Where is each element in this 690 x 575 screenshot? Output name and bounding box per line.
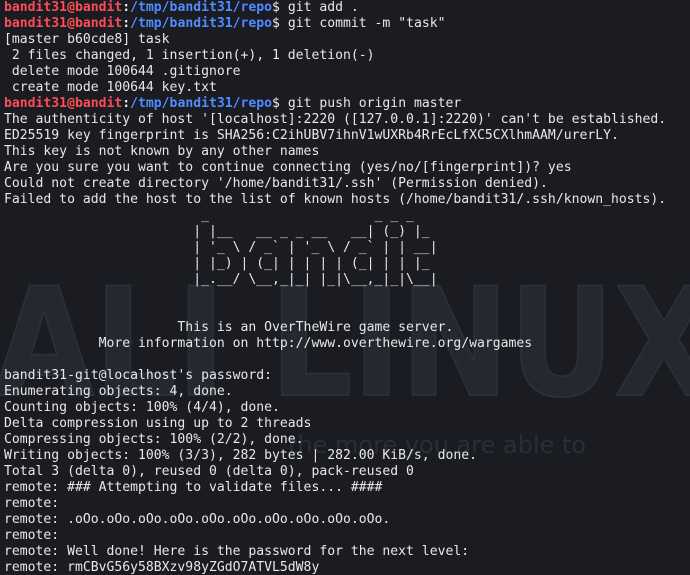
output-line: remote: bbox=[4, 496, 60, 511]
output-line: remote: Well done! Here is the password … bbox=[4, 544, 470, 559]
command-text: git add . bbox=[287, 0, 359, 15]
output-line: Delta compression using up to 2 threads bbox=[4, 416, 312, 431]
output-line: Counting objects: 100% (4/4), done. bbox=[4, 400, 280, 415]
output-line: bandit31-git@localhost's password: bbox=[4, 368, 273, 383]
prompt-colon: : bbox=[122, 16, 131, 31]
output-line: | '_ \ / _` | '_ \ / _` | | __| bbox=[4, 240, 438, 255]
output-line: |_.__/ \__,_|_| |_|\__,_|_|\__| bbox=[4, 272, 438, 287]
terminal-window[interactable]: ALI LINUX the more you are able to bandi… bbox=[0, 0, 690, 575]
prompt-path: /tmp/bandit31/repo bbox=[130, 16, 273, 31]
output-line: remote: ### Attempting to validate files… bbox=[4, 480, 383, 495]
output-line: This key is not known by any other names bbox=[4, 144, 320, 159]
output-line: This is an OverTheWire game server. bbox=[4, 320, 454, 335]
output-line: Failed to add the host to the list of kn… bbox=[4, 192, 667, 207]
command-text: git commit -m "task" bbox=[287, 16, 446, 31]
output-line: remote: bbox=[4, 528, 60, 543]
output-line: [master b60cde8] task bbox=[4, 32, 170, 47]
output-line: create mode 100644 key.txt bbox=[4, 80, 217, 95]
output-line: Are you sure you want to continue connec… bbox=[4, 160, 572, 175]
command-text: git push origin master bbox=[287, 96, 462, 111]
output-line: The authenticity of host '[localhost]:22… bbox=[4, 112, 667, 127]
output-line: Enumerating objects: 4, done. bbox=[4, 384, 233, 399]
output-line: | |_) | (_| | | | | (_| | | |_ bbox=[4, 256, 430, 271]
prompt-symbol: $ bbox=[272, 16, 288, 31]
output-line: Compressing objects: 100% (2/2), done. bbox=[4, 432, 304, 447]
output-line: ED25519 key fingerprint is SHA256:C2ihUB… bbox=[4, 128, 619, 143]
output-line: | |__ __ _ _ __ __| (_) |_ bbox=[4, 224, 430, 239]
prompt-line: bandit31@bandit:/tmp/bandit31/repo$ git … bbox=[4, 96, 690, 112]
output-line: remote: rmCBvG56y58BXzv98yZGdO7ATVL5dW8y bbox=[4, 560, 320, 575]
output-line: Could not create directory '/home/bandit… bbox=[4, 176, 548, 191]
prompt-path: /tmp/bandit31/repo bbox=[130, 0, 273, 15]
output-line: remote: .oOo.oOo.oOo.oOo.oOo.oOo.oOo.oOo… bbox=[4, 512, 391, 527]
prompt-path: /tmp/bandit31/repo bbox=[130, 96, 273, 111]
output-line: delete mode 100644 .gitignore bbox=[4, 64, 241, 79]
prompt-colon: : bbox=[122, 0, 131, 15]
output-line: 2 files changed, 1 insertion(+), 1 delet… bbox=[4, 48, 375, 63]
prompt-symbol: $ bbox=[272, 96, 288, 111]
prompt-line: bandit31@bandit:/tmp/bandit31/repo$ git … bbox=[4, 0, 690, 16]
output-line: _ _ _ _ bbox=[4, 208, 414, 223]
prompt-symbol: $ bbox=[272, 0, 288, 15]
prompt-user: bandit31@bandit bbox=[4, 0, 123, 15]
prompt-user: bandit31@bandit bbox=[4, 16, 123, 31]
terminal-output: bandit31@bandit:/tmp/bandit31/repo$ git … bbox=[4, 0, 690, 575]
output-line: More information on http://www.overthewi… bbox=[4, 336, 533, 351]
prompt-line: bandit31@bandit:/tmp/bandit31/repo$ git … bbox=[4, 16, 690, 32]
output-line: Writing objects: 100% (3/3), 282 bytes |… bbox=[4, 448, 477, 463]
prompt-user: bandit31@bandit bbox=[4, 96, 123, 111]
output-line: Total 3 (delta 0), reused 0 (delta 0), p… bbox=[4, 464, 414, 479]
prompt-colon: : bbox=[122, 96, 131, 111]
